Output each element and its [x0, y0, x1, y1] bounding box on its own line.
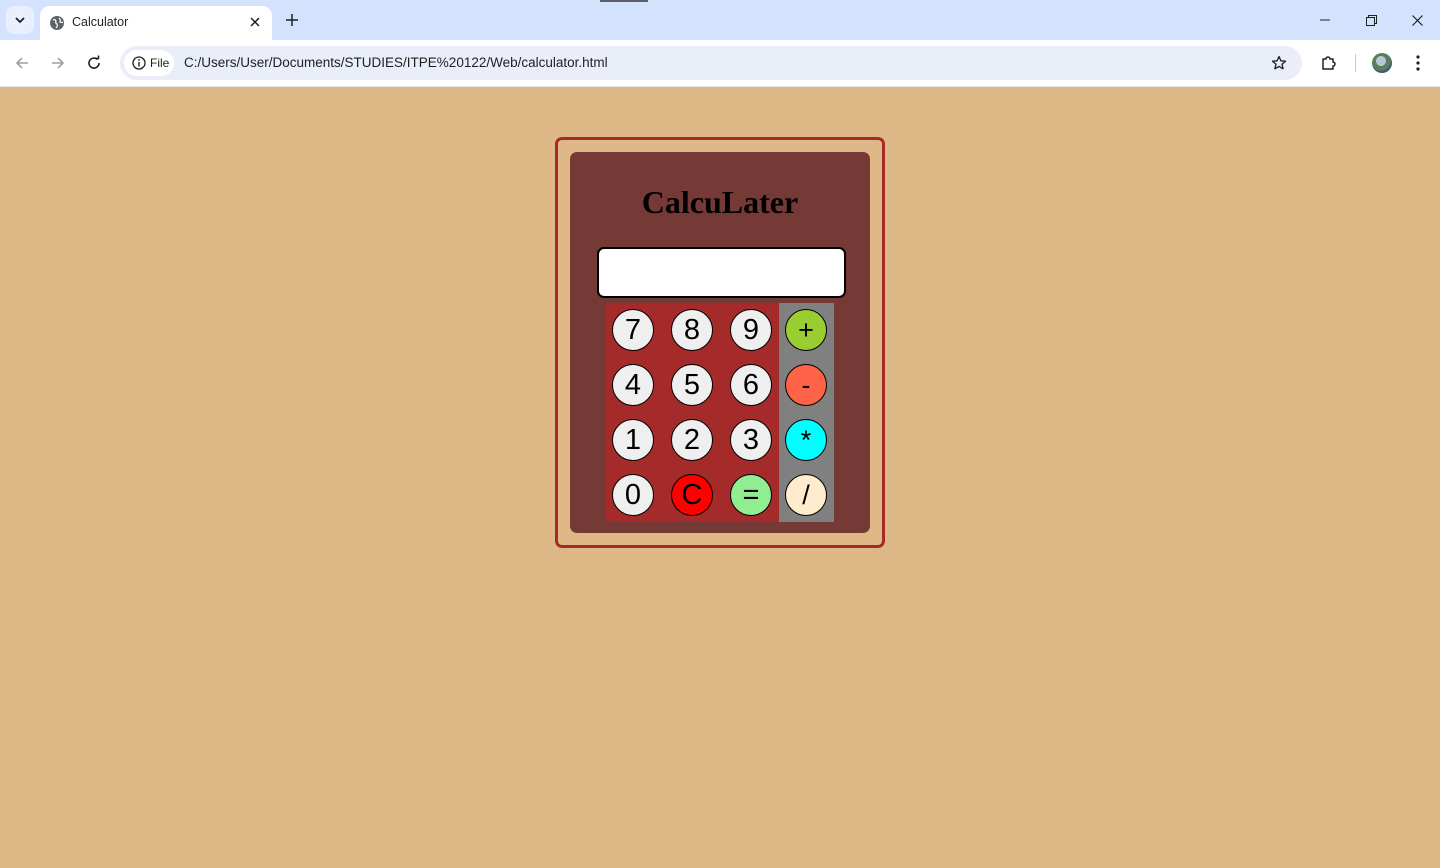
- key-3[interactable]: 3: [730, 419, 772, 461]
- info-icon: [132, 56, 146, 70]
- close-window-button[interactable]: [1394, 0, 1440, 40]
- key-5[interactable]: 5: [671, 364, 713, 406]
- reload-button[interactable]: [80, 49, 108, 77]
- operator-keypad: + - * /: [779, 303, 834, 522]
- key-8[interactable]: 8: [671, 309, 713, 351]
- restore-button[interactable]: [1348, 0, 1394, 40]
- close-icon: [250, 17, 260, 27]
- url-text[interactable]: C:/Users/User/Documents/STUDIES/ITPE%201…: [184, 55, 608, 71]
- key-6[interactable]: 6: [730, 364, 772, 406]
- minimize-button[interactable]: [1302, 0, 1348, 40]
- arrow-right-icon: [52, 57, 65, 69]
- key-1[interactable]: 1: [612, 419, 654, 461]
- site-info-chip[interactable]: File: [124, 50, 174, 76]
- address-bar[interactable]: File C:/Users/User/Documents/STUDIES/ITP…: [120, 46, 1302, 80]
- extensions-button[interactable]: [1315, 49, 1343, 77]
- close-icon: [1411, 14, 1423, 26]
- clear-button[interactable]: C: [671, 474, 713, 516]
- key-2[interactable]: 2: [671, 419, 713, 461]
- tab-drag-indicator: [600, 0, 648, 2]
- toolbar-divider: [1355, 54, 1356, 72]
- active-tab[interactable]: Calculator: [40, 6, 272, 40]
- browser-window: Calculator File C:/Users/User/Documents/…: [0, 0, 1440, 868]
- calculator-title: CalcuLater: [641, 184, 799, 220]
- puzzle-icon: [1322, 56, 1336, 70]
- calculator-frame: CalcuLater 7 8 9 4 5 6 1 2 3 0 C = + - *…: [555, 137, 885, 548]
- profile-avatar[interactable]: [1372, 53, 1392, 73]
- key-0[interactable]: 0: [612, 474, 654, 516]
- new-tab-button[interactable]: [280, 8, 304, 32]
- tab-strip: Calculator: [0, 0, 1440, 40]
- key-4[interactable]: 4: [612, 364, 654, 406]
- star-icon: [1271, 55, 1287, 70]
- calculator-display[interactable]: [597, 247, 846, 298]
- arrow-left-icon: [15, 57, 28, 69]
- menu-button[interactable]: [1404, 49, 1432, 77]
- plus-icon: [286, 14, 298, 26]
- tab-title: Calculator: [72, 15, 129, 29]
- calculator-body: CalcuLater 7 8 9 4 5 6 1 2 3 0 C = + - *…: [570, 152, 870, 533]
- site-chip-label: File: [150, 56, 170, 70]
- key-7[interactable]: 7: [612, 309, 654, 351]
- key-9[interactable]: 9: [730, 309, 772, 351]
- minimize-icon: [1320, 19, 1330, 21]
- globe-icon: [50, 16, 64, 30]
- number-keypad: 7 8 9 4 5 6 1 2 3 0 C =: [606, 303, 779, 522]
- bookmark-button[interactable]: [1266, 50, 1292, 76]
- divide-button[interactable]: /: [785, 474, 827, 516]
- more-vert-icon: [1416, 55, 1420, 71]
- add-button[interactable]: +: [785, 309, 827, 351]
- tab-search-button[interactable]: [6, 6, 34, 34]
- back-button[interactable]: [8, 49, 36, 77]
- multiply-button[interactable]: *: [785, 419, 827, 461]
- tab-close-button[interactable]: [246, 13, 264, 31]
- browser-toolbar: File C:/Users/User/Documents/STUDIES/ITP…: [0, 40, 1440, 87]
- reload-icon: [88, 55, 100, 69]
- forward-button[interactable]: [44, 49, 72, 77]
- restore-icon: [1365, 14, 1377, 26]
- subtract-button[interactable]: -: [785, 364, 827, 406]
- equals-button[interactable]: =: [730, 474, 772, 516]
- chevron-down-icon: [15, 17, 25, 24]
